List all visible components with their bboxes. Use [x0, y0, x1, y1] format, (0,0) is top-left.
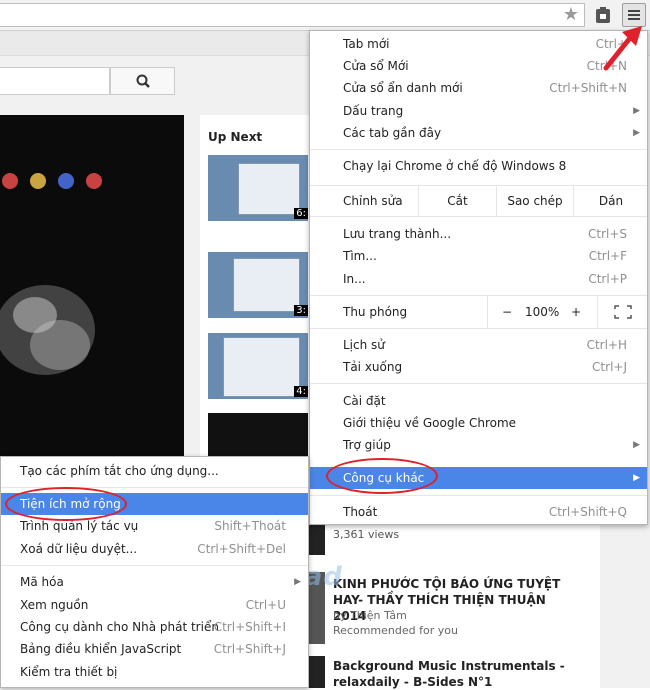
menu-separator: [310, 495, 647, 496]
video-duration: 4:: [294, 386, 308, 397]
submenu-arrow-icon: ▶: [633, 128, 640, 138]
menu-separator: [310, 216, 647, 217]
menu-separator: [310, 328, 647, 329]
menu-item-relaunch-windows8[interactable]: Chạy lại Chrome ở chế độ Windows 8: [310, 155, 647, 177]
menu-item-incognito[interactable]: Cửa sổ ẩn danh mới Ctrl+Shift+N: [310, 77, 647, 99]
video-thumbnail[interactable]: 4:: [208, 333, 308, 399]
submenu-arrow-icon: ▶: [633, 440, 640, 450]
menu-item-bookmarks[interactable]: Dấu trang ▶: [310, 100, 647, 122]
copy-button[interactable]: Sao chép: [496, 186, 573, 216]
annotation-arrow-icon: [603, 26, 642, 71]
video-title-link[interactable]: Background Music Instrumentals - relaxda…: [333, 658, 573, 690]
submenu-item-view-source[interactable]: Xem nguồn Ctrl+U: [1, 594, 308, 616]
submenu-arrow-icon: ▶: [633, 473, 640, 483]
video-thumbnail[interactable]: [208, 413, 308, 457]
menu-item-recent-tabs[interactable]: Các tab gần đây ▶: [310, 122, 647, 144]
submenu-arrow-icon: ▶: [294, 577, 301, 587]
submenu-item-developer-tools[interactable]: Công cụ dành cho Nhà phát triển Ctrl+Shif…: [1, 616, 308, 638]
submenu-item-create-shortcuts[interactable]: Tạo các phím tắt cho ứng dụng...: [1, 460, 308, 482]
paste-button[interactable]: Dán: [573, 186, 648, 216]
video-thumbnail[interactable]: 3:: [208, 252, 308, 318]
annotation-ellipse: [5, 487, 127, 521]
video-duration: 6:: [294, 208, 308, 219]
menu-item-help[interactable]: Trợ giúp ▶: [310, 434, 647, 456]
menu-item-save-page[interactable]: Lưu trang thành... Ctrl+S: [310, 223, 647, 245]
menu-item-print[interactable]: In... Ctrl+P: [310, 268, 647, 290]
video-author: by Thiện Tâm: [333, 609, 407, 622]
submenu-item-encoding[interactable]: Mã hóa ▶: [1, 571, 308, 593]
menu-item-downloads[interactable]: Tải xuống Ctrl+J: [310, 356, 647, 378]
annotation-ellipse: [326, 458, 438, 494]
submenu-arrow-icon: ▶: [633, 106, 640, 116]
video-player[interactable]: [0, 115, 184, 465]
search-input[interactable]: [0, 67, 110, 95]
video-duration: 3:: [294, 305, 308, 316]
view-count: 3,361 views: [333, 528, 400, 541]
zoom-level: 100%: [525, 305, 560, 319]
menu-item-settings[interactable]: Cài đặt: [310, 390, 647, 412]
search-icon: [136, 74, 150, 88]
up-next-heading: Up Next: [208, 130, 263, 144]
menu-row-zoom: Thu phóng − 100% +: [310, 296, 647, 328]
menu-item-find[interactable]: Tìm... Ctrl+F: [310, 245, 647, 267]
address-bar[interactable]: [0, 3, 585, 27]
submenu-item-clear-browsing-data[interactable]: Xoá dữ liệu duyệt... Ctrl+Shift+Del: [1, 538, 308, 560]
fullscreen-icon: [614, 304, 632, 319]
menu-separator: [310, 149, 647, 150]
extension-icon[interactable]: [594, 5, 612, 25]
menu-item-exit[interactable]: Thoát Ctrl+Shift+Q: [310, 501, 647, 523]
menu-item-history[interactable]: Lịch sử Ctrl+H: [310, 334, 647, 356]
cut-button[interactable]: Cắt: [418, 186, 496, 216]
zoom-in-button[interactable]: +: [556, 296, 596, 328]
submenu-item-inspect-devices[interactable]: Kiểm tra thiết bị: [1, 661, 308, 683]
video-thumbnail[interactable]: 6:: [208, 155, 308, 221]
fullscreen-button[interactable]: [597, 296, 648, 328]
chrome-main-menu: Tab mớiCtrl+ Cửa sổ MớiCtrl+N Cửa sổ ẩn …: [309, 30, 648, 525]
menu-separator: [1, 565, 308, 566]
recommendation-note: Recommended for you: [333, 624, 458, 637]
search-button[interactable]: [110, 67, 175, 95]
zoom-out-button[interactable]: −: [487, 296, 526, 328]
page-margin: [600, 520, 650, 688]
bookmark-star-icon[interactable]: ★: [561, 5, 581, 25]
submenu-item-javascript-console[interactable]: Bảng điều khiển JavaScript Ctrl+Shift+J: [1, 638, 308, 660]
menu-separator: [310, 383, 647, 384]
menu-row-edit: Chỉnh sửa Cắt Sao chép Dán: [310, 186, 647, 216]
menu-item-about-chrome[interactable]: Giới thiệu về Google Chrome: [310, 412, 647, 434]
